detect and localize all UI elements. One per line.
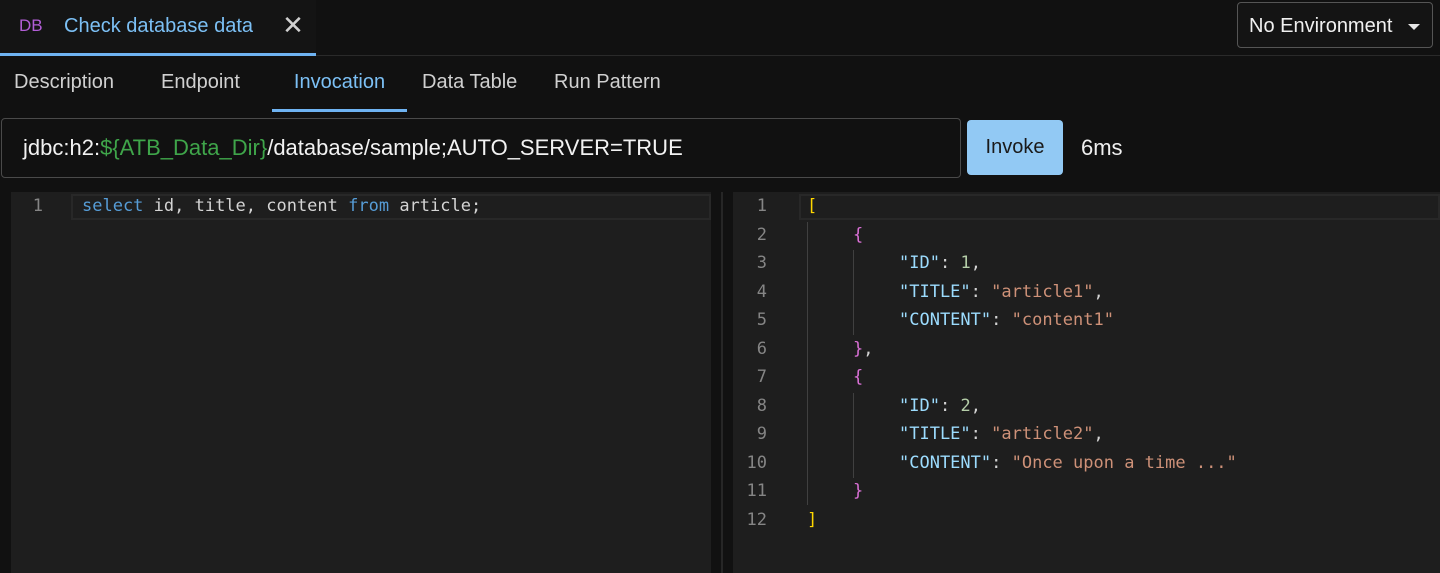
url-suffix: /database/sample;AUTO_SERVER=TRUE (267, 135, 683, 160)
line-number: 12 (746, 509, 767, 530)
chevron-down-icon (1408, 24, 1420, 30)
json-value: 1 (960, 253, 971, 273)
json-key: "ID" (899, 395, 940, 416)
json-punctuation: : (991, 452, 1012, 473)
tab-description[interactable]: Description (14, 71, 114, 109)
tab-run-pattern[interactable]: Run Pattern (554, 71, 661, 109)
json-bracket: ] (807, 509, 818, 530)
json-key: "CONTENT" (899, 452, 992, 473)
json-key: "ID" (899, 253, 940, 273)
json-code-line: }, (853, 339, 874, 359)
json-punctuation: , (970, 395, 981, 416)
json-punctuation: , (970, 253, 981, 273)
db-type-badge: DB (19, 16, 43, 35)
environment-select-value: No Environment (1249, 15, 1393, 37)
line-number: 1 (756, 196, 767, 216)
sql-editor[interactable]: 1 select id, title, content from article… (11, 192, 711, 573)
indent-guide (807, 222, 808, 505)
line-number: 8 (756, 395, 767, 416)
json-code-line: "CONTENT": "content1" (899, 310, 1114, 330)
close-icon[interactable]: ✕ (281, 11, 305, 39)
line-number: 5 (756, 310, 767, 330)
document-tab-title: Check database data (64, 15, 254, 37)
tab-endpoint[interactable]: Endpoint (161, 71, 240, 109)
line-number: 1 (32, 196, 43, 216)
sql-table: article; (389, 196, 482, 216)
json-code-line: "TITLE": "article2", (899, 424, 1104, 444)
current-line-highlight (799, 194, 1440, 220)
json-code-line: "CONTENT": "Once upon a time ..." (899, 453, 1237, 473)
json-bracket: } (853, 481, 864, 501)
line-number: 2 (756, 224, 767, 245)
json-bracket: { (853, 224, 864, 245)
json-punctuation: : (970, 281, 992, 302)
json-value: 2 (960, 395, 971, 416)
top-tab-bar: DB Check database data ✕ No Environment (0, 0, 1440, 56)
response-time: 6ms (1081, 135, 1123, 160)
tab-invocation[interactable]: Invocation (272, 71, 407, 112)
json-bracket: { (853, 367, 864, 387)
json-punctuation: : (939, 395, 961, 416)
json-code-line: [ (807, 196, 817, 216)
line-number: 4 (756, 281, 767, 302)
json-key: "TITLE" (899, 424, 971, 444)
line-number: 11 (746, 481, 767, 501)
json-value: "article1" (991, 281, 1094, 302)
json-key: "CONTENT" (899, 310, 992, 330)
editor-splitter[interactable] (721, 192, 723, 573)
indent-guide (853, 250, 854, 335)
json-punctuation: , (1093, 424, 1104, 444)
result-editor[interactable]: 1 [2 {3 "ID": 1, 4 "TITLE": "article1", 5 "CONT… (733, 192, 1440, 573)
json-value: "article2" (991, 424, 1094, 444)
connection-url-text: jdbc:h2:${ATB_Data_Dir}/database/sample;… (23, 135, 683, 161)
line-number: 10 (746, 452, 767, 473)
line-number: 9 (756, 424, 767, 444)
json-value: "content1" (1011, 310, 1114, 330)
json-code-line: "TITLE": "article1", (899, 282, 1104, 302)
json-value: "Once upon a time ..." (1011, 452, 1237, 473)
indent-guide (853, 393, 854, 478)
json-code-line: ] (807, 510, 817, 530)
json-code-line: { (853, 225, 863, 245)
document-tab[interactable]: DB Check database data ✕ (0, 0, 316, 56)
invoke-button[interactable]: Invoke (967, 120, 1063, 175)
json-bracket: } (853, 338, 864, 359)
sql-columns: id, title, content (143, 196, 349, 216)
json-bracket: [ (807, 196, 818, 216)
environment-select[interactable]: No Environment (1237, 2, 1433, 48)
tab-data-table[interactable]: Data Table (422, 71, 517, 109)
url-prefix: jdbc:h2: (23, 135, 101, 160)
json-punctuation: , (1093, 281, 1104, 302)
json-punctuation: : (970, 424, 992, 444)
sql-keyword: from (348, 196, 390, 216)
line-number: 7 (756, 367, 767, 387)
connection-url-input[interactable]: jdbc:h2:${ATB_Data_Dir}/database/sample;… (1, 118, 961, 178)
json-code-line: "ID": 1, (899, 253, 981, 273)
json-punctuation: : (991, 310, 1012, 330)
json-punctuation: , (863, 338, 874, 359)
json-code-line: } (853, 481, 863, 501)
json-code-line: { (853, 367, 863, 387)
sql-keyword: select (82, 196, 144, 216)
line-number: 6 (756, 338, 767, 359)
sql-code-line: select id, title, content from article; (82, 196, 481, 216)
json-key: "TITLE" (899, 281, 971, 302)
url-variable: ${ATB_Data_Dir} (100, 135, 268, 160)
line-number: 3 (756, 253, 767, 273)
json-code-line: "ID": 2, (899, 396, 981, 416)
json-punctuation: : (939, 253, 961, 273)
